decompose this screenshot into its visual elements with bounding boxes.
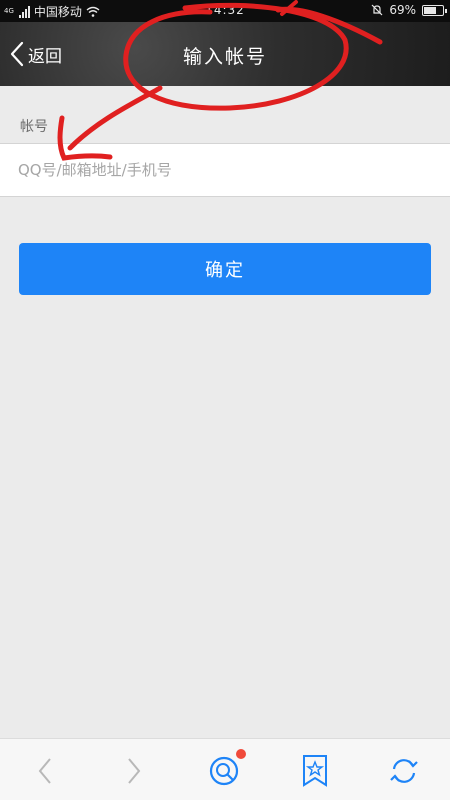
- chevron-left-icon: [38, 758, 51, 784]
- page-title: 输入帐号: [182, 46, 267, 68]
- search-icon: [209, 756, 239, 786]
- battery-percent: 69%: [389, 3, 416, 17]
- red-annotation: [57, 0, 383, 161]
- browser-back-button[interactable]: [27, 753, 63, 789]
- confirm-button[interactable]: 确定: [19, 243, 431, 295]
- bookmark-button[interactable]: [297, 753, 333, 789]
- browser-forward-button[interactable]: [116, 753, 152, 789]
- search-button[interactable]: [207, 749, 246, 789]
- battery-icon: [422, 4, 447, 16]
- refresh-icon: [390, 759, 418, 783]
- refresh-button[interactable]: [386, 753, 422, 789]
- bottom-toolbar: [0, 738, 450, 800]
- chevron-right-icon: [128, 758, 141, 784]
- status-right: 69%: [371, 3, 447, 17]
- battery-fill: [424, 6, 437, 14]
- account-input[interactable]: [0, 144, 450, 196]
- bookmark-icon: [303, 755, 327, 787]
- alarm-muted-icon: [371, 4, 383, 16]
- notification-dot: [236, 749, 246, 759]
- status-bar: 4G 中国移动 14:32 69%: [0, 0, 450, 22]
- account-input-row: [0, 143, 450, 197]
- account-label: 帐号: [20, 119, 48, 135]
- title-bar: 返回 输入帐号: [0, 22, 450, 86]
